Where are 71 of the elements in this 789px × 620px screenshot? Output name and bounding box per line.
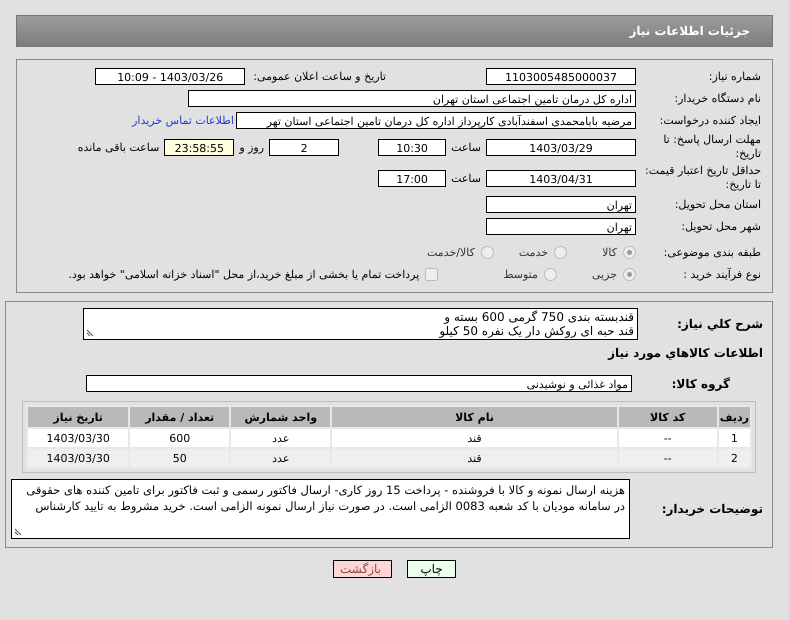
column-header: تاریخ نیاز xyxy=(27,406,130,428)
field-label: ساعت باقی مانده xyxy=(78,140,160,154)
description-field[interactable]: قندبسته بندی 750 گرمی 600 بسته و قند حبه ای روکش دار یک نفره 50 کیلو xyxy=(83,308,638,340)
print-button[interactable]: چاپ xyxy=(407,560,456,578)
table-cell: 50 xyxy=(129,448,230,468)
text-field[interactable]: اداره کل درمان تامین اجتماعی استان تهران xyxy=(188,90,636,107)
field-label: شماره نیاز: xyxy=(708,70,762,84)
field-label: شرح کلي نياز: xyxy=(676,317,764,331)
description-text: قندبسته بندی 750 گرمی 600 بسته و قند حبه ای روکش دار یک نفره 50 کیلو xyxy=(439,310,634,338)
resize-grip-icon[interactable] xyxy=(86,329,94,337)
field-label: روز و xyxy=(239,140,264,154)
text-field[interactable]: 1103005485000037 xyxy=(486,68,636,85)
radio-button[interactable] xyxy=(480,246,494,259)
back-button[interactable]: بازگشت xyxy=(333,560,392,578)
notes-field[interactable] xyxy=(11,479,630,539)
field-label: ساعت xyxy=(451,140,481,154)
checkbox[interactable] xyxy=(425,268,438,281)
field-label: توضیحات خریدار: xyxy=(660,502,764,516)
table-cell: 1 xyxy=(718,428,751,448)
radio-button[interactable] xyxy=(623,246,636,259)
radio-button[interactable] xyxy=(623,268,636,281)
text-field[interactable]: 2 xyxy=(269,138,340,156)
notes-text: هزینه ارسال نمونه و کالا با فروشنده - پرداخت 15 روز کاری- ارسال فاکتور رسمی و ثبت فاکتور برای تامین کننده های حقوقی در سامانه مودیان با کد شعبه 0083 الزامی است. در صورت نیاز ارسال نمونه الزامی است. خرید مشروط به تایید کارشناس xyxy=(26,483,625,513)
table-cell: عدد xyxy=(230,428,332,448)
table-cell: -- xyxy=(618,428,718,448)
field-label: شهر محل تحویل: xyxy=(680,220,762,234)
field-label: تاریخ و ساعت اعلان عمومی: xyxy=(253,70,386,83)
radio-label: متوسط xyxy=(503,268,538,281)
table-cell: عدد xyxy=(230,448,332,468)
field-label: نام دستگاه خریدار: xyxy=(673,92,762,106)
field-label: ساعت xyxy=(451,172,481,184)
field-label: گروه کالا: xyxy=(670,376,731,390)
field-label: طبقه بندی موضوعی: xyxy=(662,246,762,260)
section-heading: اطلاعات کالاهاي مورد نياز xyxy=(608,346,764,360)
text-field[interactable]: تهران xyxy=(486,218,636,235)
text-field[interactable]: تهران xyxy=(486,196,636,213)
text-field[interactable]: 1403/04/31 xyxy=(486,170,636,186)
table-cell: قند xyxy=(331,448,618,468)
table-cell: -- xyxy=(618,448,718,468)
text-field[interactable]: 17:00 xyxy=(378,170,446,186)
field-label: استان محل تحویل: xyxy=(674,198,762,212)
table-cell: 2 xyxy=(718,448,751,468)
text-field[interactable]: 10:30 xyxy=(378,138,446,156)
contact-link[interactable]: اطلاعات تماس خریدار xyxy=(132,114,234,127)
field-label: مهلت ارسال پاسخ: تا تاریخ: xyxy=(662,133,762,161)
column-header: کد کالا xyxy=(618,406,718,428)
countdown-field[interactable]: 23:58:55 xyxy=(164,138,234,156)
radio-label: خدمت xyxy=(518,246,548,259)
column-header: تعداد / مقدار xyxy=(129,406,230,428)
text-field[interactable]: 1403/03/29 xyxy=(486,138,636,156)
field-label: حداقل تاریخ اعتبار قیمت: تا تاریخ: xyxy=(644,164,762,192)
table-cell: قند xyxy=(331,428,618,448)
text-field[interactable]: مرضیه بابامحمدی اسفندآبادی کارپرداز اداره کل درمان تامین اجتماعی استان تهر xyxy=(236,112,636,129)
radio-button[interactable] xyxy=(544,268,557,281)
text-field[interactable]: مواد غذائی و نوشیدنی xyxy=(86,375,632,392)
column-header: نام کالا xyxy=(331,406,618,428)
column-header: ردیف xyxy=(718,406,751,428)
page-title: جزئیات اطلاعات نیاز xyxy=(16,15,773,47)
radio-button[interactable] xyxy=(554,246,568,259)
field-label: ایجاد کننده درخواست: xyxy=(658,114,762,128)
resize-grip-icon[interactable] xyxy=(14,528,22,536)
table-cell: 1403/03/30 xyxy=(27,428,130,448)
text-field[interactable]: 1403/03/26 - 10:09 xyxy=(95,68,246,85)
table-cell: 1403/03/30 xyxy=(27,448,130,468)
radio-label: کالا/خدمت xyxy=(427,246,475,259)
table-cell: 600 xyxy=(129,428,230,448)
field-label: نوع فرآیند خرید : xyxy=(682,268,762,282)
column-header: واحد شمارش xyxy=(230,406,332,428)
radio-label: کالا xyxy=(602,246,617,259)
checkbox-label: پرداخت تمام یا بخشی از مبلغ خرید،از محل "اسناد خزانه اسلامی" خواهد بود. xyxy=(68,268,420,281)
radio-label: جزیی xyxy=(592,268,617,281)
